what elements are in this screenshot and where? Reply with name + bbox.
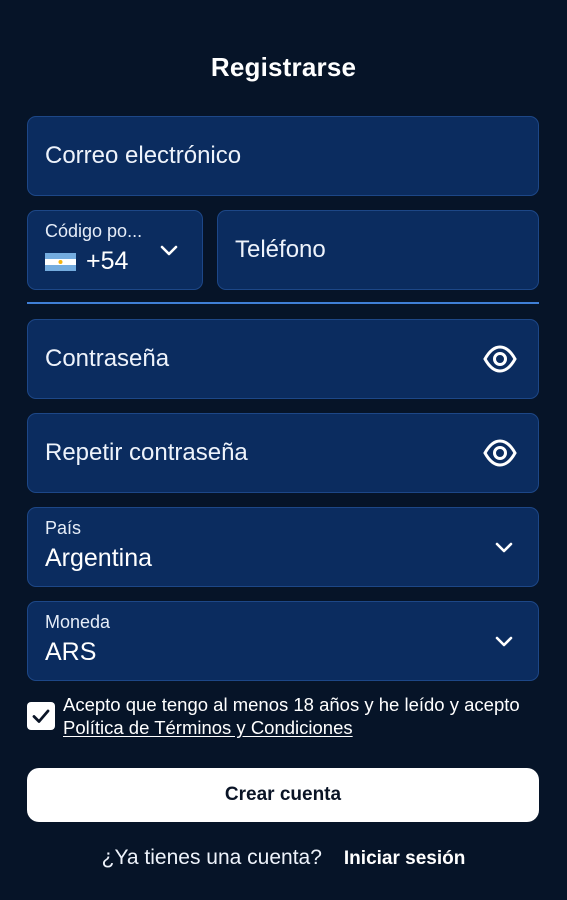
section-divider — [27, 302, 539, 304]
currency-value: ARS — [45, 638, 97, 666]
currency-label: Moneda — [45, 612, 111, 632]
repeat-password-placeholder: Repetir contraseña — [45, 439, 248, 466]
login-link[interactable]: Iniciar sesión — [344, 848, 465, 869]
chevron-down-icon[interactable] — [493, 536, 515, 558]
have-account-text: ¿Ya tienes una cuenta? — [101, 846, 322, 869]
password-placeholder: Contraseña — [45, 345, 170, 372]
phone-field[interactable]: Teléfono — [217, 210, 539, 290]
argentina-flag-icon — [45, 253, 76, 271]
country-select[interactable]: País Argentina — [27, 507, 539, 587]
currency-select[interactable]: Moneda ARS — [27, 601, 539, 681]
country-label: País — [45, 518, 82, 538]
checkmark-icon — [31, 706, 51, 726]
repeat-password-field[interactable]: Repetir contraseña — [27, 413, 539, 493]
phone-code-value: +54 — [86, 247, 129, 275]
chevron-down-icon[interactable] — [493, 630, 515, 652]
page-title: Registrarse — [210, 52, 357, 82]
phone-code-select[interactable]: Código po... +54 — [27, 210, 203, 290]
terms-statement: Acepto que tengo al menos 18 años y he l… — [63, 694, 520, 715]
email-field[interactable]: Correo electrónico — [27, 116, 539, 196]
login-prompt: ¿Ya tienes una cuenta? Iniciar sesión — [0, 846, 567, 870]
email-placeholder: Correo electrónico — [45, 142, 242, 169]
terms-text: Acepto que tengo al menos 18 años y he l… — [63, 693, 533, 739]
eye-icon[interactable] — [483, 438, 517, 468]
terms-checkbox[interactable] — [27, 702, 55, 730]
terms-link[interactable]: Política de Términos y Condiciones — [63, 717, 353, 738]
create-account-button[interactable]: Crear cuenta — [27, 768, 539, 822]
phone-placeholder: Teléfono — [235, 236, 326, 263]
country-value: Argentina — [45, 544, 153, 572]
phone-code-label: Código po... — [45, 221, 143, 241]
chevron-down-icon[interactable] — [158, 239, 180, 261]
eye-icon[interactable] — [483, 344, 517, 374]
password-field[interactable]: Contraseña — [27, 319, 539, 399]
